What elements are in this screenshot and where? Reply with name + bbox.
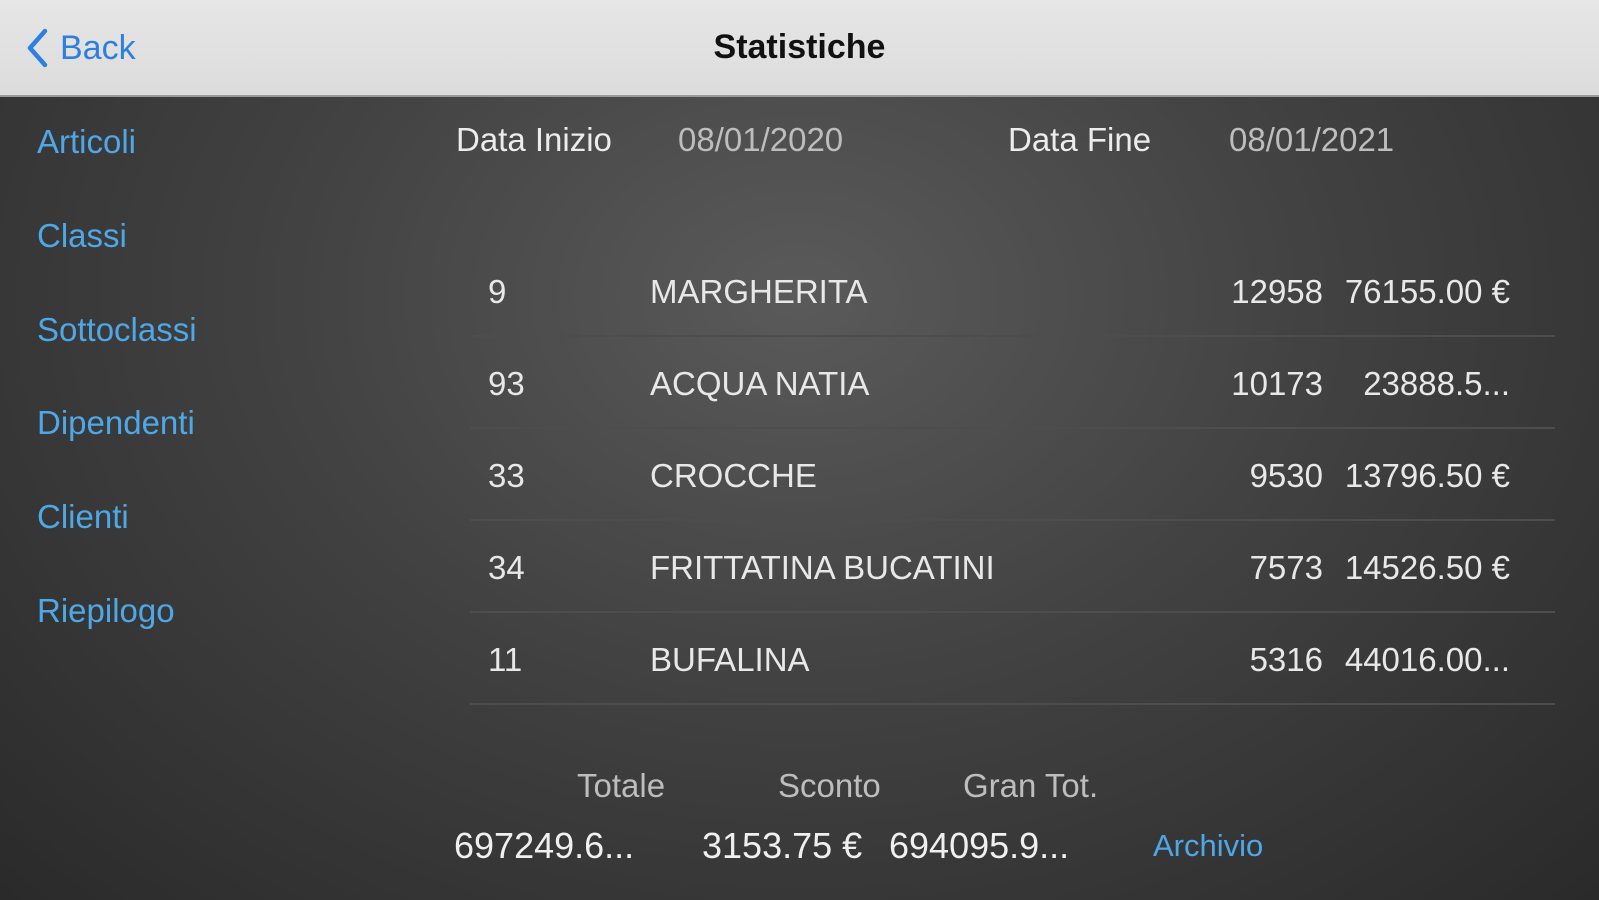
start-date-label: Data Inizio — [456, 121, 612, 158]
row-name: CROCCHE — [650, 457, 817, 494]
sidebar-item-sottoclassi[interactable]: Sottoclassi — [37, 311, 197, 349]
row-amount: 23888.5... — [1363, 365, 1510, 402]
table-row[interactable]: 93 ACQUA NATIA 10173 23888.5... — [470, 337, 1555, 429]
sidebar-item-articoli[interactable]: Articoli — [37, 123, 136, 161]
end-date-field[interactable]: 08/01/2021 — [1229, 121, 1394, 159]
row-name: ACQUA NATIA — [650, 365, 870, 402]
row-code: 34 — [488, 549, 525, 586]
table-row[interactable]: 9 MARGHERITA 12958 76155.00 € — [470, 245, 1555, 337]
gran-tot-label: Gran Tot. — [963, 767, 1099, 804]
row-code: 33 — [488, 457, 525, 494]
totale-label: Totale — [577, 767, 666, 804]
sidebar-item-classi[interactable]: Classi — [37, 217, 127, 255]
totale-value: 697249.6... — [454, 825, 635, 866]
table-row[interactable]: 11 BUFALINA 5316 44016.00... — [470, 613, 1555, 705]
row-quantity: 9530 — [1249, 457, 1323, 494]
row-code: 9 — [488, 273, 507, 310]
row-code: 93 — [488, 365, 525, 402]
sconto-label: Sconto — [778, 767, 881, 804]
row-quantity: 5316 — [1249, 641, 1323, 678]
row-amount: 76155.00 € — [1344, 273, 1510, 310]
archivio-button[interactable]: Archivio — [1153, 828, 1263, 864]
end-date-label: Data Fine — [1008, 121, 1152, 158]
sidebar-item-dipendenti[interactable]: Dipendenti — [37, 404, 195, 442]
row-amount: 14526.50 € — [1344, 549, 1510, 586]
table-row[interactable]: 34 FRITTATINA BUCATINI 7573 14526.50 € — [470, 521, 1555, 613]
row-name: FRITTATINA BUCATINI — [650, 549, 995, 586]
page-title: Statistiche — [713, 28, 886, 66]
row-amount: 13796.50 € — [1344, 457, 1510, 494]
sidebar-item-riepilogo[interactable]: Riepilogo — [37, 592, 175, 630]
navigation-bar: Back Statistiche — [0, 0, 1599, 97]
row-quantity: 10173 — [1231, 365, 1323, 402]
sidebar: Articoli Classi Sottoclassi Dipendenti C… — [0, 97, 300, 900]
row-amount: 44016.00... — [1344, 641, 1510, 678]
row-code: 11 — [488, 641, 523, 678]
gran-tot-value: 694095.9... — [889, 825, 1070, 866]
sconto-value: 3153.75 € — [702, 825, 863, 866]
row-name: MARGHERITA — [650, 273, 868, 310]
table-row[interactable]: 33 CROCCHE 9530 13796.50 € — [470, 429, 1555, 521]
sidebar-item-clienti[interactable]: Clienti — [37, 498, 129, 536]
row-quantity: 12958 — [1231, 273, 1323, 310]
main-content: Articoli Classi Sottoclassi Dipendenti C… — [0, 97, 1599, 900]
statistics-table: 9 MARGHERITA 12958 76155.00 € 93 ACQUA N… — [470, 245, 1555, 705]
row-quantity: 7573 — [1249, 549, 1323, 586]
start-date-field[interactable]: 08/01/2020 — [678, 121, 843, 159]
row-name: BUFALINA — [650, 641, 810, 678]
